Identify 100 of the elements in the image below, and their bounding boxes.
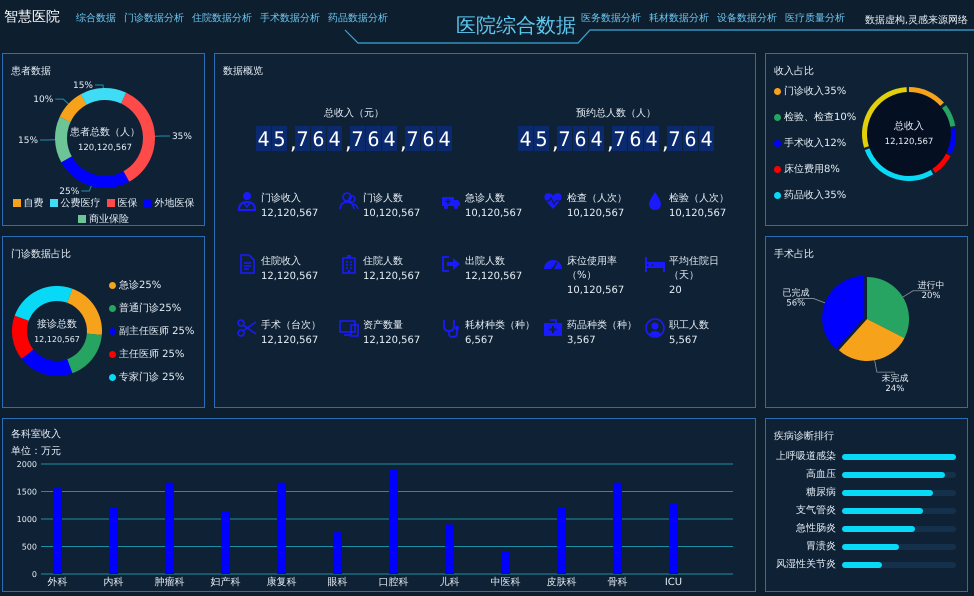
legend-label: 急诊25% <box>119 279 162 292</box>
stat-value: 10,120,567 <box>363 208 420 219</box>
center-label: 患者总数（人） <box>70 127 140 138</box>
bar <box>109 508 118 574</box>
legend-label: 主任医师 25% <box>119 348 184 361</box>
nav-link[interactable]: 设备数据分析 <box>716 11 777 25</box>
stat-value: 10,120,567 <box>567 208 626 219</box>
center-value: 120,120,567 <box>78 143 132 153</box>
stat-label: 住院收入 <box>261 254 302 268</box>
leader-line <box>80 186 92 192</box>
bar <box>501 551 510 574</box>
disease-label: 支气管炎 <box>795 505 836 517</box>
x-tick-label: 外科 <box>48 577 68 588</box>
disease-label: 糖尿病 <box>805 487 836 499</box>
x-tick-label: 妇产科 <box>210 577 240 588</box>
x-tick-label: ICU <box>664 577 682 588</box>
disease-label: 胃溃炎 <box>805 541 836 553</box>
legend-label: 自费 <box>24 196 44 210</box>
y-tick-label: 1500 <box>16 488 37 496</box>
doctor-icon <box>237 191 257 211</box>
panel-title: 患者数据 <box>11 64 51 78</box>
panel-title: 手术占比 <box>774 248 814 261</box>
x-tick-label: 口腔科 <box>378 577 408 588</box>
nav-link[interactable]: 药品数据分析 <box>328 11 388 25</box>
stat-value: 10,120,567 <box>567 285 626 296</box>
disease-label: 高血压 <box>805 469 836 481</box>
stat-label: 门诊人数 <box>363 192 404 205</box>
stat-value: 12,120,567 <box>261 271 318 282</box>
x-tick-label: 中医科 <box>490 577 520 588</box>
counter-label: 预约总人数（人） <box>576 106 656 120</box>
stat-label: 检查（人次） <box>567 192 627 205</box>
legend-label: 门诊收入35% <box>784 84 846 98</box>
nav-link[interactable]: 医疗质量分析 <box>784 11 845 25</box>
x-tick-label: 内科 <box>104 577 124 588</box>
unit-label: 单位：万元 <box>11 444 61 458</box>
slice-value: 20% <box>922 290 940 301</box>
panel-title: 疾病诊断排行 <box>774 430 834 443</box>
nav-link[interactable]: 综合数据 <box>76 11 116 25</box>
stat-label: 检验（人次） <box>669 192 729 205</box>
nav-link[interactable]: 门诊数据分析 <box>124 11 184 25</box>
x-tick-label: 肿瘤科 <box>154 577 184 588</box>
x-tick-label: 眼科 <box>328 577 348 588</box>
bed-icon <box>645 254 665 274</box>
slice-label: 已完成 <box>782 288 810 299</box>
leader-line <box>40 139 56 140</box>
stat-value: 12,120,567 <box>363 334 420 346</box>
stat-label: 职工人数 <box>669 318 709 332</box>
stat-label: 门诊收入 <box>261 192 302 205</box>
bar <box>445 524 454 574</box>
nav-link[interactable]: 手术数据分析 <box>260 11 320 25</box>
legend-label: 商业保险 <box>89 212 129 226</box>
center-value: 12,120,567 <box>34 335 80 344</box>
legend-label: 外地医保 <box>154 196 194 210</box>
slice-label: 15% <box>73 81 93 91</box>
legend-label: 普通门诊25% <box>119 302 182 315</box>
panel-title: 数据概览 <box>223 64 263 78</box>
legend-label: 医保 <box>118 197 138 210</box>
exit-arrow-icon <box>441 254 461 274</box>
stat-value: 5,567 <box>669 334 699 346</box>
disease-label: 急性肠炎 <box>795 523 836 535</box>
legend-label: 手术收入12% <box>784 136 846 150</box>
leader-line <box>54 98 69 104</box>
user-circle-icon <box>645 318 665 338</box>
center-value: 12,120,567 <box>884 137 934 147</box>
stat-label: 平均住院日（天） <box>669 254 720 282</box>
leader-line <box>154 136 170 137</box>
y-tick-label: 0 <box>32 570 37 579</box>
center-label: 总收入 <box>894 121 924 132</box>
app-logo: 智慧医院 <box>4 8 60 26</box>
nav-link[interactable]: 耗材数据分析 <box>648 11 709 25</box>
slice-label: 10% <box>33 95 54 106</box>
medical-kit-icon <box>543 318 563 338</box>
slice-value: 24% <box>885 384 904 394</box>
panel-title: 各科室收入 <box>11 428 61 441</box>
x-tick-label: 儿科 <box>440 577 460 588</box>
stat-label: 急诊人数 <box>465 192 506 205</box>
counter-label: 总收入（元） <box>324 106 384 120</box>
legend-label: 药品收入35% <box>784 188 846 202</box>
stat-label: 耗材种类（种） <box>465 318 535 332</box>
leader-line <box>94 84 104 89</box>
slice-value: 56% <box>786 298 806 309</box>
scissors-icon <box>237 318 257 338</box>
building-icon <box>339 254 359 274</box>
monitor-icon <box>339 318 359 338</box>
nav-link[interactable]: 医务数据分析 <box>580 11 641 25</box>
bar <box>669 503 678 574</box>
slice-label: 进行中 <box>918 280 945 291</box>
x-tick-label: 康复科 <box>266 577 296 588</box>
bar <box>557 508 566 574</box>
stat-value: 12,120,567 <box>363 271 420 282</box>
y-tick-label: 500 <box>22 542 37 552</box>
stat-value: 12,120,567 <box>261 334 320 346</box>
nav-link[interactable]: 住院数据分析 <box>192 11 252 25</box>
disease-label: 风湿性关节炎 <box>775 559 836 571</box>
stat-label: 药品种类（种） <box>567 318 637 332</box>
stat-value: 20 <box>669 285 683 296</box>
legend-label: 公费医疗 <box>60 196 100 210</box>
slice-label: 35% <box>172 132 192 142</box>
legend-label: 检验、检查10% <box>784 110 856 124</box>
bar <box>333 532 342 574</box>
